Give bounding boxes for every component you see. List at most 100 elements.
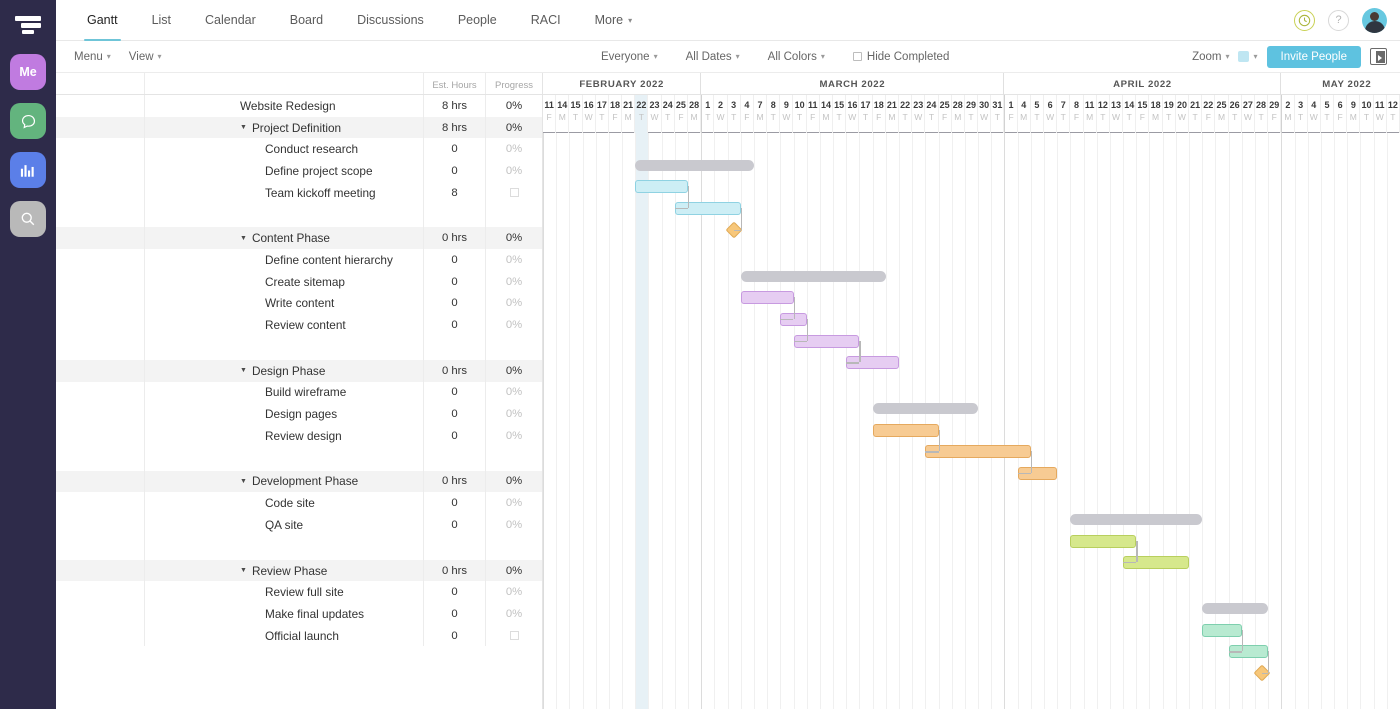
dependency-connector (1136, 540, 1138, 563)
tab-raci[interactable]: RACI (514, 0, 578, 40)
table-row[interactable]: ▼ Review Phase 0 hrs 0% (56, 559, 542, 582)
clock-icon[interactable] (1294, 9, 1315, 31)
task-name: Team kickoff meeting (265, 185, 376, 200)
summary-bar[interactable] (635, 159, 754, 171)
table-row[interactable]: Design pages 0 0% (56, 403, 542, 425)
chevron-down-icon: ▾ (106, 52, 111, 61)
progress-value: 0% (505, 475, 523, 488)
view-dropdown[interactable]: View ▾ (129, 51, 162, 63)
main-area: Gantt List Calendar Board Discussions People R… (56, 0, 1400, 709)
color-swatch-dropdown[interactable]: ▾ (1238, 51, 1258, 62)
progress-value: 0% (505, 408, 523, 421)
task-bar[interactable] (925, 445, 1031, 459)
collapse-triangle-icon[interactable]: ▼ (240, 567, 247, 574)
tab-calendar[interactable]: Calendar (188, 0, 273, 40)
progress-checkbox[interactable] (509, 188, 519, 198)
collapse-triangle-icon[interactable]: ▼ (240, 367, 247, 374)
day-column-header: 6F (1334, 95, 1348, 133)
task-bar[interactable] (1202, 623, 1242, 637)
table-row[interactable]: ▼ Project Definition 8 hrs 0% (56, 116, 542, 139)
table-row[interactable]: Make final updates 0 0% (56, 603, 542, 625)
day-column-header: 23 W (912, 95, 926, 133)
table-row[interactable]: Conduct research 0 0% (56, 138, 542, 161)
day-weekday: F (612, 112, 618, 122)
est-hours-value: 0 hrs (441, 232, 468, 245)
table-row[interactable]: ▼ Design Phase 0 hrs 0% (56, 359, 542, 382)
summary-bar[interactable] (872, 403, 979, 414)
table-row[interactable]: Review design 0 0% (56, 424, 542, 447)
invite-people-button[interactable]: Invite People (1266, 45, 1361, 68)
est-hours-cell: 0 (424, 624, 486, 647)
table-row[interactable]: QA site 0 0% (56, 514, 542, 536)
table-row[interactable]: Create sitemap 0 0% (56, 270, 542, 293)
everyone-dropdown[interactable]: Everyone ▾ (601, 51, 658, 63)
chart-icon[interactable] (10, 152, 46, 188)
grid-line (1254, 133, 1256, 709)
user-avatar[interactable] (1362, 7, 1387, 33)
task-name-wrap: Build wireframe (145, 385, 346, 399)
collapse-triangle-icon[interactable]: ▼ (240, 124, 247, 131)
tab-more[interactable]: More ▾ (578, 0, 650, 40)
table-row[interactable]: Official launch 0 (56, 624, 542, 647)
all-colors-dropdown[interactable]: All Colors ▾ (768, 51, 825, 63)
tab-gantt[interactable]: Gantt (70, 0, 135, 41)
menu-dropdown[interactable]: Menu ▾ (74, 51, 111, 63)
gantt-plot[interactable] (543, 133, 1400, 709)
day-number: 2 (717, 100, 723, 110)
task-bar[interactable] (635, 180, 689, 194)
task-bar[interactable] (872, 423, 939, 437)
table-row[interactable]: Define content hierarchy 0 0% (56, 249, 542, 271)
table-row[interactable]: Define project scope 0 0% (56, 160, 542, 182)
task-bar[interactable] (740, 291, 794, 305)
dependency-connector (734, 229, 741, 232)
summary-bar[interactable] (1070, 513, 1203, 525)
logo-icon[interactable] (13, 8, 43, 42)
zoom-dropdown[interactable]: Zoom ▾ (1192, 51, 1229, 63)
progress-checkbox[interactable] (509, 631, 519, 641)
table-row[interactable]: Write content 0 0% (56, 292, 542, 315)
table-row[interactable]: Review full site 0 0% (56, 581, 542, 604)
table-row[interactable]: Code site 0 0% (56, 492, 542, 514)
day-column-header: 4M (1018, 95, 1031, 133)
task-name-wrap: Review content (145, 318, 346, 332)
tab-people[interactable]: People (441, 0, 514, 40)
table-row[interactable]: Review content 0 0% (56, 314, 542, 336)
day-column-header: 14 T (1123, 95, 1137, 133)
day-number: 25 (675, 100, 686, 110)
toggle-panel-icon[interactable] (1370, 48, 1387, 65)
collapse-triangle-icon[interactable]: ▼ (240, 478, 247, 485)
day-number: 20 (1176, 100, 1187, 110)
day-weekday: F (1337, 112, 1343, 122)
table-row[interactable]: Team kickoff meeting 8 (56, 181, 542, 204)
day-number: 12 (1097, 100, 1108, 110)
collapse-triangle-icon[interactable]: ▼ (240, 235, 247, 242)
day-weekday: M (822, 112, 830, 122)
chat-icon[interactable] (10, 103, 46, 139)
day-column-header: 30 W (978, 95, 992, 133)
summary-bar[interactable] (740, 270, 886, 282)
day-column-header: 18 F (609, 95, 623, 133)
tab-discussions[interactable]: Discussions (340, 0, 441, 40)
all-dates-dropdown[interactable]: All Dates ▾ (686, 51, 740, 63)
day-column-header: 17 T (596, 95, 609, 133)
day-column-header: 9M (1347, 95, 1361, 133)
table-row[interactable]: ▼ Development Phase 0 hrs 0% (56, 470, 542, 493)
grid-line (1149, 133, 1151, 709)
me-avatar[interactable]: Me (10, 54, 46, 90)
summary-bar[interactable] (1202, 602, 1269, 614)
est-hours-cell: 0 (424, 292, 486, 315)
task-bar[interactable] (1070, 534, 1137, 548)
table-row[interactable]: Website Redesign 8 hrs 0% (56, 95, 542, 117)
day-column-header: 11 M (1084, 95, 1097, 133)
day-column-header: 7T (1057, 95, 1071, 133)
hide-completed-checkbox[interactable]: Hide Completed (852, 51, 949, 63)
tab-list[interactable]: List (135, 0, 188, 40)
day-column-header: 15 T (569, 95, 583, 133)
search-icon[interactable] (10, 201, 46, 237)
tab-board[interactable]: Board (273, 0, 340, 40)
grid-line (1334, 133, 1336, 709)
help-icon[interactable]: ? (1328, 9, 1349, 31)
day-weekday: T (770, 112, 776, 122)
table-row[interactable]: Build wireframe 0 0% (56, 381, 542, 404)
table-row[interactable]: ▼ Content Phase 0 hrs 0% (56, 227, 542, 250)
